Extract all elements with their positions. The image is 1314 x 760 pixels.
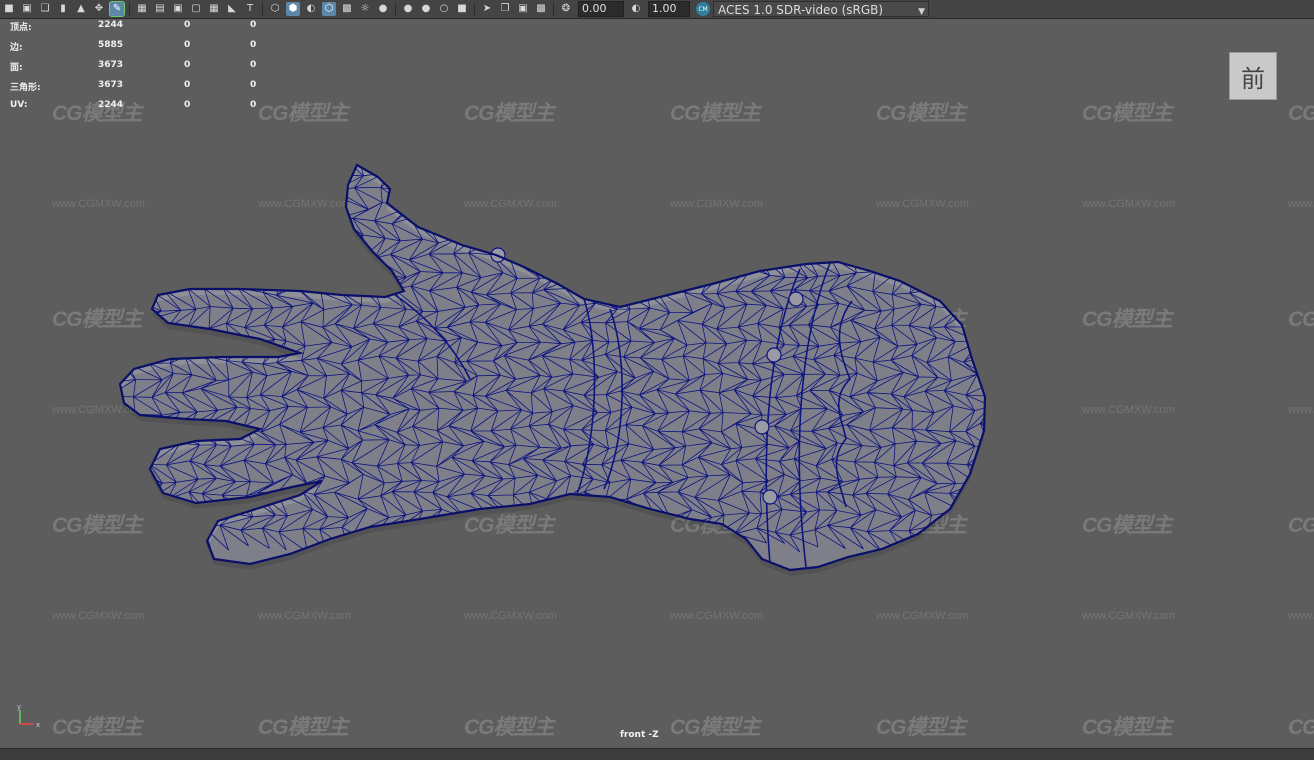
hud-selected: 0	[184, 60, 191, 70]
hud-triangles: 0	[250, 100, 257, 110]
hud-row: 三角形: 3673 0 0	[10, 80, 270, 100]
isolate-select-icon[interactable]: ➤	[480, 2, 494, 16]
y-axis-label: y	[17, 703, 21, 711]
camera-icon[interactable]: ■	[2, 2, 16, 16]
color-space-dropdown[interactable]: ACES 1.0 SDR-video (sRGB) ▼	[713, 1, 929, 17]
xray-joints-icon[interactable]: ▣	[516, 2, 530, 16]
hud-total: 3673	[98, 60, 124, 70]
3d-viewport[interactable]: CG模型主 CG模型主 CG模型主 CG模型主 www.CGMXW.com www.CGM…	[0, 19, 1314, 748]
cuff-rivet	[766, 347, 782, 363]
xray-icon[interactable]: ❐	[498, 2, 512, 16]
hud-label: UV:	[10, 100, 28, 110]
camera-name-label: front -Z	[620, 730, 659, 740]
hud-selected: 0	[184, 100, 191, 110]
viewport-bottom-border	[0, 748, 1314, 760]
bounding-box-icon[interactable]: ⬡	[322, 2, 336, 16]
text-display-icon[interactable]: T	[243, 2, 257, 16]
hud-triangles: 0	[250, 20, 257, 30]
exposure-icon[interactable]: ❂	[559, 2, 573, 16]
hud-row: UV: 2244 0 0	[10, 100, 270, 120]
grid-icon[interactable]: ▲	[74, 2, 88, 16]
hud-selected: 0	[184, 40, 191, 50]
hud-label: 面:	[10, 63, 23, 73]
maya-viewport-window: ■ ▣ ❑ ▮ ▲ ✥ ✎ ▦ ▤ ▣ ▢ ▦ ◣ T ⬡ ⬢ ◐ ⬡ ▩ ☼ …	[0, 0, 1314, 760]
toolbar-divider	[553, 2, 554, 16]
gate-mask-icon[interactable]: ▣	[171, 2, 185, 16]
camera-attributes-icon[interactable]: ▣	[20, 2, 34, 16]
chevron-down-icon: ▼	[918, 7, 925, 17]
poly-count-hud: 顶点: 2244 0 0 边: 5885 0 0 面: 3673 0 0 三角形: 3673 0 0 UV: 22…	[10, 20, 270, 120]
safe-action-icon[interactable]: ▦	[207, 2, 221, 16]
hud-row: 边: 5885 0 0	[10, 40, 270, 60]
viewport-toolbar: ■ ▣ ❑ ▮ ▲ ✥ ✎ ▦ ▤ ▣ ▢ ▦ ◣ T ⬡ ⬢ ◐ ⬡ ▩ ☼ …	[0, 0, 1314, 19]
cuff-rivet	[754, 419, 770, 435]
bookmark-icon[interactable]: ❑	[38, 2, 52, 16]
toolbar-divider	[129, 2, 130, 16]
exposure-field[interactable]	[578, 1, 624, 17]
hud-selected: 0	[184, 80, 191, 90]
gamma-field[interactable]	[648, 1, 690, 17]
hud-total: 2244	[98, 20, 124, 30]
resolution-gate-icon[interactable]: ▤	[153, 2, 167, 16]
field-chart-icon[interactable]: ▢	[189, 2, 203, 16]
cuff-rivet	[788, 291, 804, 307]
hud-label: 边:	[10, 43, 23, 53]
gamma-icon[interactable]: ◐	[629, 2, 643, 16]
wireframe-icon[interactable]: ▦	[135, 2, 149, 16]
lights-icon[interactable]: ☼	[358, 2, 372, 16]
hud-total: 5885	[98, 40, 124, 50]
motion-blur-icon[interactable]: ●	[419, 2, 433, 16]
hud-label: 顶点:	[10, 23, 32, 33]
image-plane-icon[interactable]: ▮	[56, 2, 70, 16]
safe-title-icon[interactable]: ◣	[225, 2, 239, 16]
axis-gizmo: y x	[17, 703, 40, 728]
color-space-value: ACES 1.0 SDR-video (sRGB)	[718, 3, 884, 17]
anti-alias-icon[interactable]: ○	[437, 2, 451, 16]
hud-triangles: 0	[250, 60, 257, 70]
hud-row: 顶点: 2244 0 0	[10, 20, 270, 40]
mesh-geometry	[118, 163, 987, 576]
shadows-icon[interactable]: ●	[376, 2, 390, 16]
toolbar-divider	[262, 2, 263, 16]
hud-total: 3673	[98, 80, 124, 90]
depth-of-field-icon[interactable]: ■	[455, 2, 469, 16]
hud-label: 三角形:	[10, 83, 41, 93]
flat-shade-icon[interactable]: ◐	[304, 2, 318, 16]
color-management-icon[interactable]: CM	[696, 2, 710, 16]
shaded-icon[interactable]: ⬡	[268, 2, 282, 16]
x-axis-label: x	[36, 721, 40, 728]
hud-triangles: 0	[250, 80, 257, 90]
view-cube[interactable]: 前	[1229, 52, 1277, 100]
glove-mesh[interactable]	[0, 19, 1314, 748]
hud-total: 2244	[98, 100, 124, 110]
toolbar-divider	[395, 2, 396, 16]
xray-components-icon[interactable]: ▩	[534, 2, 548, 16]
textured-icon[interactable]: ▩	[340, 2, 354, 16]
ambient-occlusion-icon[interactable]: ●	[401, 2, 415, 16]
hud-selected: 0	[184, 20, 191, 30]
toolbar-divider	[474, 2, 475, 16]
cuff-rivet	[762, 489, 778, 505]
smooth-shade-icon[interactable]: ⬢	[286, 2, 300, 16]
hud-triangles: 0	[250, 40, 257, 50]
2d-pan-icon[interactable]: ✥	[92, 2, 106, 16]
grease-pencil-icon[interactable]: ✎	[109, 1, 125, 17]
hud-row: 面: 3673 0 0	[10, 60, 270, 80]
